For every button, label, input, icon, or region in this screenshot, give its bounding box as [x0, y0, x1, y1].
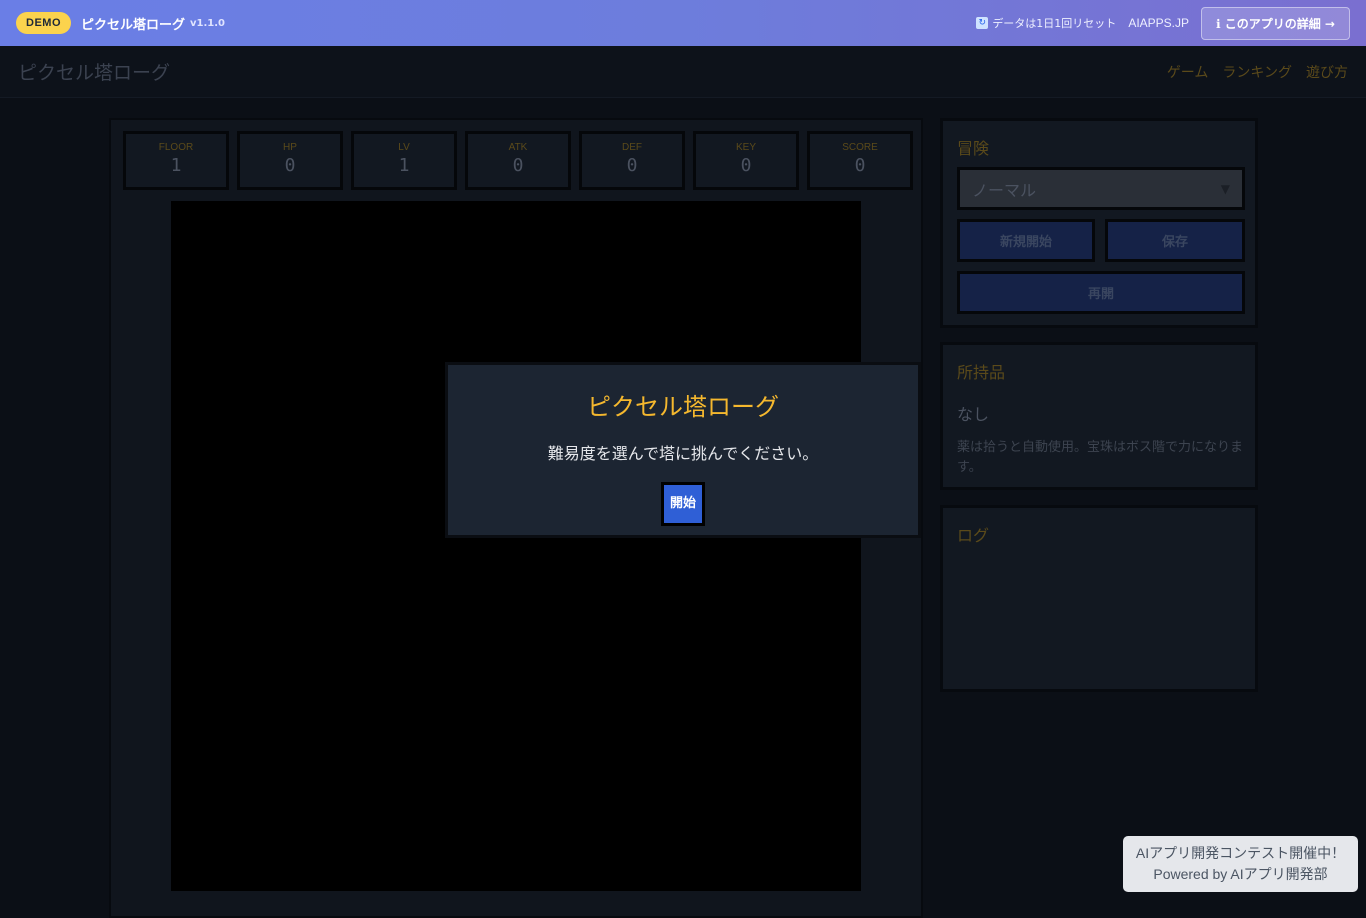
- resume-button[interactable]: 再開: [957, 271, 1245, 314]
- stat-label: ATK: [508, 142, 528, 153]
- stat-label: LV: [398, 142, 410, 153]
- stat-score: SCORE 0: [807, 131, 913, 190]
- difficulty-value: ノーマル: [972, 180, 1037, 200]
- stat-value: 0: [740, 155, 752, 176]
- app-detail-button[interactable]: ℹ このアプリの詳細 →: [1201, 6, 1350, 40]
- nav-ranking[interactable]: ランキング: [1222, 62, 1292, 82]
- modal-title: ピクセル塔ローグ: [587, 393, 779, 421]
- stats-bar: FLOOR 1 HP 0 LV 1 ATK 0 DEF 0 KEY 0 SCOR…: [123, 131, 913, 190]
- adventure-panel: 冒険 ノーマル ▼ 新規開始 保存 再開: [940, 118, 1258, 328]
- demo-app-title: ピクセル塔ローグ: [81, 17, 186, 33]
- stat-value: 0: [284, 155, 296, 176]
- difficulty-select[interactable]: ノーマル ▼: [957, 167, 1245, 210]
- contest-line-1: AIアプリ開発コンテスト開催中！: [1135, 845, 1346, 861]
- site-nav: ゲーム ランキング 遊び方: [1167, 62, 1348, 82]
- contest-line-2: Powered by AIアプリ開発部: [1153, 866, 1328, 882]
- log-title: ログ: [957, 526, 990, 545]
- inventory-note: 薬は拾うと自動使用。宝珠はボス階で力になります。: [957, 440, 1244, 475]
- stat-value: 0: [854, 155, 866, 176]
- chevron-down-icon: ▼: [1220, 181, 1230, 196]
- game-board[interactable]: [171, 201, 861, 891]
- start-modal: ピクセル塔ローグ 難易度を選んで塔に挑んでください。 開始: [445, 362, 921, 538]
- inventory-value: なし: [957, 405, 990, 424]
- demo-version: v1.1.0: [190, 17, 226, 29]
- modal-text: 難易度を選んで塔に挑んでください。: [547, 444, 819, 463]
- stat-key: KEY 0: [693, 131, 799, 190]
- site-header: ピクセル塔ローグ ゲーム ランキング 遊び方: [0, 46, 1366, 98]
- new-game-button[interactable]: 新規開始: [957, 219, 1095, 262]
- stat-label: SCORE: [842, 142, 878, 153]
- contest-banner[interactable]: AIアプリ開発コンテスト開催中！ Powered by AIアプリ開発部: [1123, 836, 1358, 892]
- stat-value: 1: [398, 155, 410, 176]
- reset-note-text: データは1日1回リセット: [992, 17, 1117, 30]
- site-logo[interactable]: ピクセル塔ローグ: [18, 58, 170, 85]
- stat-value: 0: [512, 155, 524, 176]
- inventory-title: 所持品: [957, 363, 1006, 382]
- reset-note: ↻ データは1日1回リセット: [976, 15, 1116, 31]
- stat-def: DEF 0: [579, 131, 685, 190]
- stat-label: HP: [283, 142, 297, 153]
- nav-game[interactable]: ゲーム: [1167, 62, 1209, 82]
- stat-atk: ATK 0: [465, 131, 571, 190]
- stat-hp: HP 0: [237, 131, 343, 190]
- demo-right-group: ↻ データは1日1回リセット AIAPPS.JP ℹ このアプリの詳細 →: [976, 6, 1350, 40]
- inventory-panel: 所持品 なし 薬は拾うと自動使用。宝珠はボス階で力になります。: [940, 342, 1258, 490]
- site-link[interactable]: AIAPPS.JP: [1128, 16, 1189, 30]
- log-panel: ログ: [940, 505, 1258, 692]
- stat-value: 0: [626, 155, 638, 176]
- stat-label: DEF: [622, 142, 642, 153]
- demo-badge: DEMO: [16, 12, 71, 34]
- start-button[interactable]: 開始: [661, 482, 705, 526]
- stat-value: 1: [170, 155, 182, 176]
- stat-label: KEY: [735, 142, 756, 153]
- save-button[interactable]: 保存: [1105, 219, 1245, 262]
- refresh-icon: ↻: [976, 17, 989, 29]
- stat-label: FLOOR: [158, 142, 194, 153]
- demo-banner: DEMO ピクセル塔ローグ v1.1.0 ↻ データは1日1回リセット AIAP…: [0, 0, 1366, 46]
- adventure-title: 冒険: [957, 139, 990, 158]
- nav-howto[interactable]: 遊び方: [1306, 62, 1348, 82]
- stat-floor: FLOOR 1: [123, 131, 229, 190]
- stat-lv: LV 1: [351, 131, 457, 190]
